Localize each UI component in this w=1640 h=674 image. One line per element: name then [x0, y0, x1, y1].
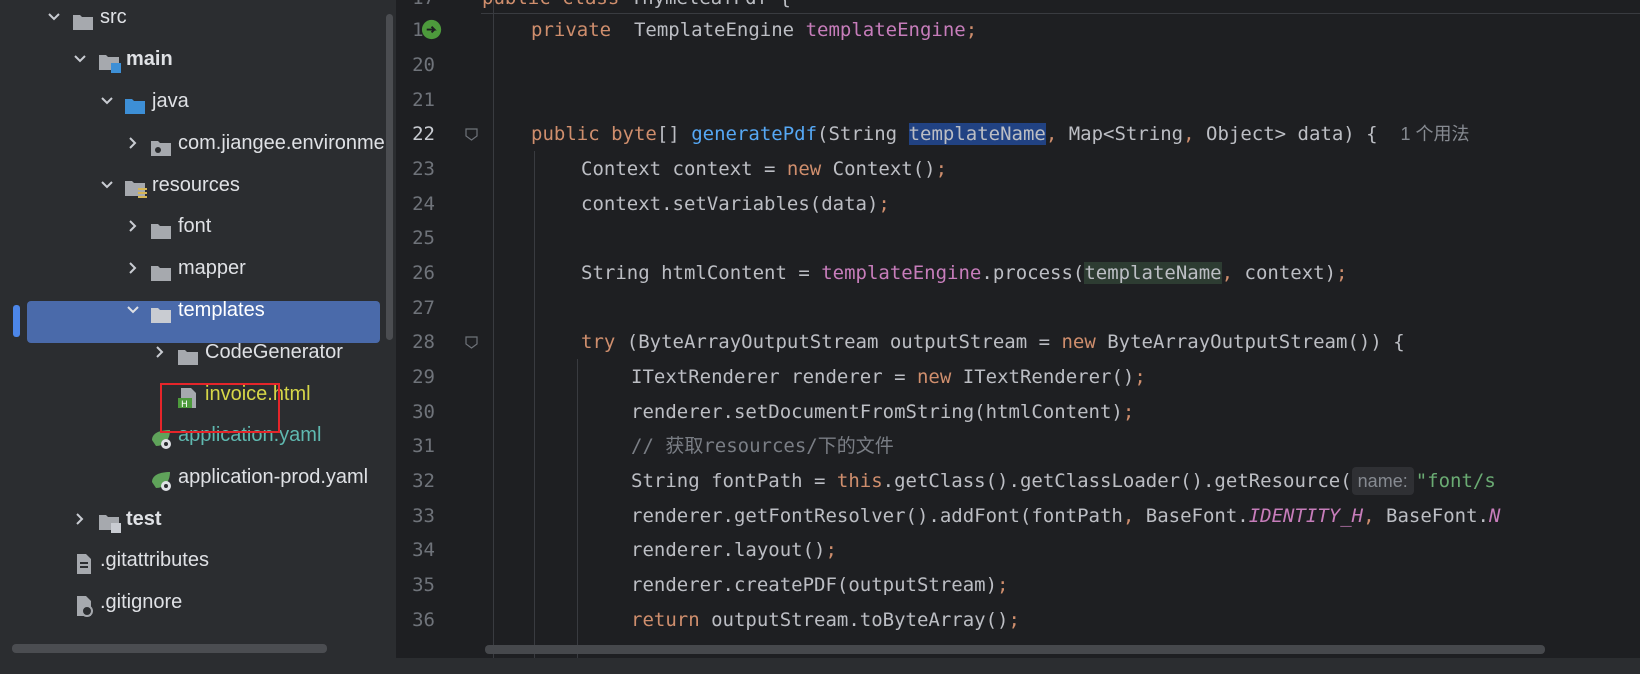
chevron-right-icon[interactable]	[123, 206, 143, 246]
line-number: 28	[412, 331, 435, 353]
line-number-current: 22	[412, 123, 435, 145]
line-number: 31	[412, 435, 435, 457]
fold-marker-icon[interactable]	[465, 128, 478, 141]
tree-item-label: application-prod.yaml	[178, 466, 369, 488]
line-number: 32	[412, 470, 435, 492]
tree-item-label: .gitattributes	[100, 549, 209, 571]
folder-icon	[150, 299, 174, 323]
parameter-name-hint: name:	[1351, 467, 1414, 495]
code-line-23[interactable]: Context context = new Context();	[581, 151, 947, 187]
indent-guide	[577, 359, 578, 674]
tree-item-label: src	[100, 6, 127, 28]
folder-icon	[150, 215, 174, 239]
code-line-28[interactable]: try (ByteArrayOutputStream outputStream …	[581, 324, 1405, 360]
indent-guide	[534, 151, 535, 674]
tree-item-label: font	[178, 215, 212, 237]
line-number: 27	[412, 297, 435, 319]
code-line-35[interactable]: renderer.createPDF(outputStream);	[631, 567, 1009, 603]
chevron-down-icon[interactable]	[70, 39, 90, 79]
fold-marker-icon[interactable]	[465, 336, 478, 349]
line-number: 34	[412, 539, 435, 561]
code-line-29[interactable]: ITextRenderer renderer = new ITextRender…	[631, 359, 1146, 395]
tree-item-label: CodeGenerator	[205, 341, 343, 363]
code-line-32[interactable]: String fontPath = this.getClass().getCla…	[631, 463, 1496, 499]
folder-icon	[72, 6, 96, 30]
line-number: 24	[412, 193, 435, 215]
line-number: 36	[412, 609, 435, 631]
code-editor[interactable]: public class ThymeleafPdf { 17 19 20 21 …	[397, 0, 1640, 674]
code-line-22[interactable]: public byte[] generatePdf(String templat…	[531, 116, 1470, 152]
line-number: 21	[412, 89, 435, 111]
line-number: 23	[412, 158, 435, 180]
code-line-26[interactable]: String htmlContent = templateEngine.proc…	[581, 255, 1347, 291]
resources-folder-icon	[124, 174, 148, 198]
code-line-36[interactable]: return outputStream.toByteArray();	[631, 602, 1020, 638]
tree-item-label: com.jiangee.environme	[178, 132, 385, 154]
code-line-19[interactable]: private TemplateEngine templateEngine;	[531, 12, 977, 48]
source-root-folder-icon	[98, 48, 122, 73]
text-file-icon	[72, 549, 96, 574]
spring-bean-gutter-icon[interactable]	[420, 18, 445, 43]
line-number: 35	[412, 574, 435, 596]
line-number: 26	[412, 262, 435, 284]
code-line-24[interactable]: context.setVariables(data);	[581, 186, 890, 222]
java-folder-icon	[124, 90, 148, 114]
code-line-34[interactable]: renderer.layout();	[631, 532, 837, 568]
usage-inlay-hint[interactable]: 1 个用法	[1401, 124, 1470, 144]
status-bar	[0, 658, 1640, 674]
editor-horizontal-scrollbar[interactable]	[485, 645, 1545, 654]
tree-item-label: templates	[178, 299, 265, 321]
project-tree: src main java com.jiangee.environme reso…	[0, 0, 396, 674]
chevron-down-icon[interactable]	[123, 290, 143, 330]
folder-icon	[150, 257, 174, 281]
line-number: 29	[412, 366, 435, 388]
package-icon	[150, 132, 174, 156]
tree-item-label: .gitignore	[100, 591, 183, 613]
line-number: 33	[412, 505, 435, 527]
code-line-33[interactable]: renderer.getFontResolver().addFont(fontP…	[631, 498, 1500, 534]
chevron-down-icon[interactable]	[44, 0, 64, 37]
spring-config-icon	[150, 466, 174, 491]
code-line-30[interactable]: renderer.setDocumentFromString(htmlConte…	[631, 394, 1134, 430]
folder-icon	[177, 341, 201, 365]
chevron-right-icon[interactable]	[123, 248, 143, 288]
chevron-right-icon[interactable]	[150, 332, 170, 372]
tree-item-label: main	[126, 48, 173, 70]
annotation-highlight-box	[160, 383, 280, 433]
tree-item-label: mapper	[178, 257, 246, 279]
selection-indicator	[13, 305, 20, 337]
line-number: 30	[412, 401, 435, 423]
tree-item-label: resources	[152, 174, 240, 196]
tree-vertical-scrollbar[interactable]	[386, 14, 393, 340]
tree-horizontal-scrollbar[interactable]	[12, 644, 327, 653]
identifier-usage-highlight: templateName	[1084, 262, 1222, 284]
gitignore-file-icon	[72, 591, 96, 617]
gutter-separator	[493, 0, 494, 674]
tree-item-label: java	[152, 90, 189, 112]
code-line-31[interactable]: // 获取resources/下的文件	[631, 428, 894, 464]
chevron-down-icon[interactable]	[97, 165, 117, 205]
selected-identifier[interactable]: templateName	[908, 123, 1046, 145]
chevron-right-icon[interactable]	[123, 123, 143, 163]
chevron-right-icon[interactable]	[70, 499, 90, 539]
test-folder-icon	[98, 508, 122, 533]
line-number: 25	[412, 227, 435, 249]
line-number: 20	[412, 54, 435, 76]
chevron-down-icon[interactable]	[97, 81, 117, 121]
tree-item-label: test	[126, 508, 162, 530]
